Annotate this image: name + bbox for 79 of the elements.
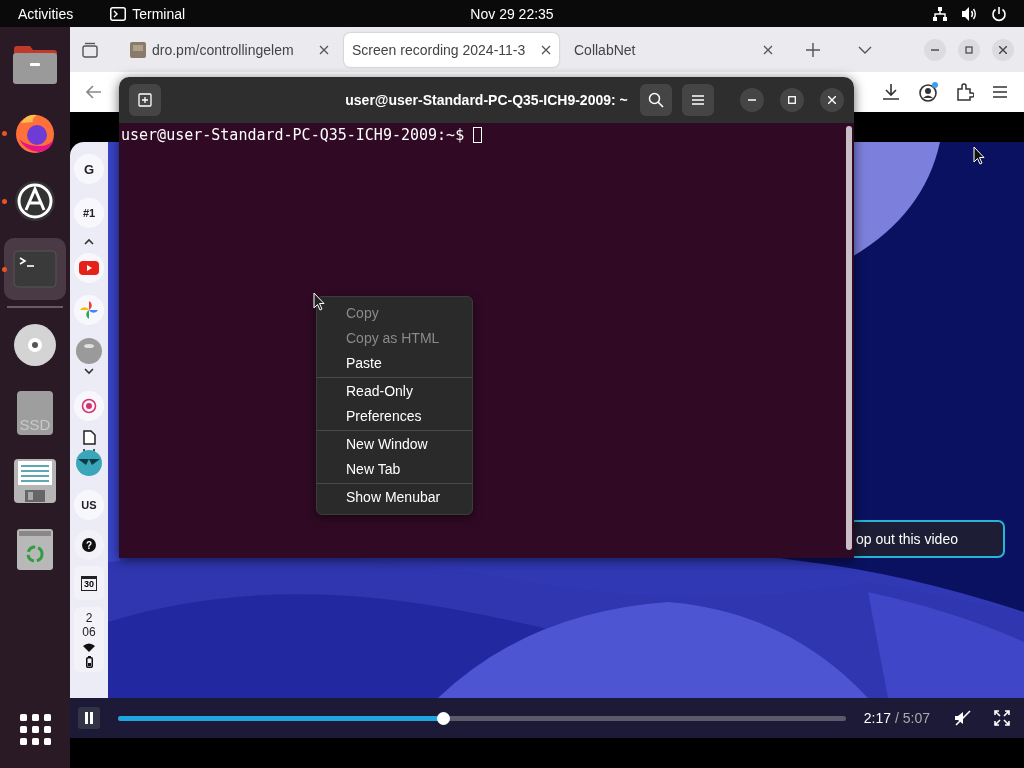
close-button[interactable] [992,38,1014,61]
clock[interactable]: Nov 29 22:35 [470,5,554,22]
back-icon[interactable] [86,85,102,99]
battery-icon [85,656,93,668]
clock-minute: 06 [82,625,96,639]
maximize-icon [965,45,973,54]
clock-hour: 2 [85,611,93,625]
browser-tab[interactable]: Screen recording 2024-11-3 [344,32,559,67]
volume-icon[interactable] [961,5,978,22]
favicon-icon [130,41,146,58]
menu-icon[interactable] [992,85,1008,99]
pause-icon[interactable] [78,707,100,729]
chevron-down-icon[interactable] [84,368,94,375]
document-icon[interactable] [74,429,104,477]
record-button[interactable] [74,391,104,421]
menu-item[interactable]: Paste [317,351,472,376]
power-icon[interactable] [991,5,1007,22]
store-icon[interactable] [13,179,57,223]
app-grid-icon[interactable] [19,714,51,745]
activities-button[interactable]: Activities [18,5,74,22]
disc-icon[interactable] [13,323,57,367]
account-icon[interactable] [918,82,938,102]
pop-out-button[interactable]: op out this video [854,520,1005,558]
close-button[interactable] [820,88,844,112]
new-tab-icon[interactable] [806,42,820,57]
fullscreen-icon[interactable] [994,710,1010,726]
browser-tab[interactable]: CollabNet [566,32,781,67]
photos-button[interactable] [74,295,104,325]
duration: / 5:07 [894,710,930,726]
menu-item[interactable]: Preferences [317,404,472,429]
window-title: user@user-Standard-PC-Q35-ICH9-2009: ~ [345,92,628,108]
calendar-button[interactable]: 30 [74,566,104,600]
new-tab-button[interactable] [129,84,161,116]
browser-tab[interactable]: dro.pm/controllingelem [122,32,337,67]
search-button[interactable] [640,84,672,116]
text-cursor [473,127,483,143]
sidebar-button[interactable]: G [74,154,104,184]
help-button[interactable]: ? [74,530,104,560]
minimize-button[interactable] [924,38,946,61]
text-editor-icon[interactable] [13,458,57,504]
sidebar-button[interactable]: #1 [74,198,104,228]
extensions-icon[interactable] [956,83,974,101]
chevron-down-icon[interactable] [858,45,872,54]
cursor-icon [973,146,985,165]
chevron-up-icon[interactable] [84,238,94,245]
mute-icon[interactable] [954,710,972,726]
current-time: 2:17 [863,710,891,726]
close-icon[interactable] [319,44,329,55]
folder-icon[interactable] [12,45,58,85]
minimize-icon [748,99,756,101]
maximize-icon [788,96,796,104]
menu-icon [692,95,704,105]
menu-item[interactable]: Read-Only [317,379,472,404]
minimize-button[interactable] [740,88,764,112]
download-icon[interactable] [882,83,900,101]
menu-item[interactable]: Show Menubar [317,485,472,510]
wifi-icon [83,643,95,652]
close-icon [828,96,836,104]
pinwheel-icon [79,300,99,320]
seek-handle[interactable] [437,711,451,725]
sidebar-button[interactable]: US [74,490,104,520]
menu-button[interactable] [682,84,714,116]
search-icon [648,92,664,108]
menu-item[interactable]: New Window [317,432,472,457]
trash-icon[interactable] [16,527,54,571]
scrollbar[interactable] [846,126,852,550]
new-tab-icon [138,93,152,107]
youtube-button[interactable] [74,253,104,283]
close-icon[interactable] [763,44,773,55]
close-icon [999,45,1007,54]
app-menu[interactable]: Terminal [132,5,186,22]
maximize-button[interactable] [780,88,804,112]
record-icon [81,398,97,414]
menu-item[interactable]: New Tab [317,457,472,482]
tab-overview-icon[interactable] [82,41,98,58]
close-icon[interactable] [541,44,551,55]
play-icon [79,261,99,275]
prompt: user@user-Standard-PC-Q35-ICH9-2009:~$ [121,126,465,144]
network-icon[interactable] [932,5,948,22]
